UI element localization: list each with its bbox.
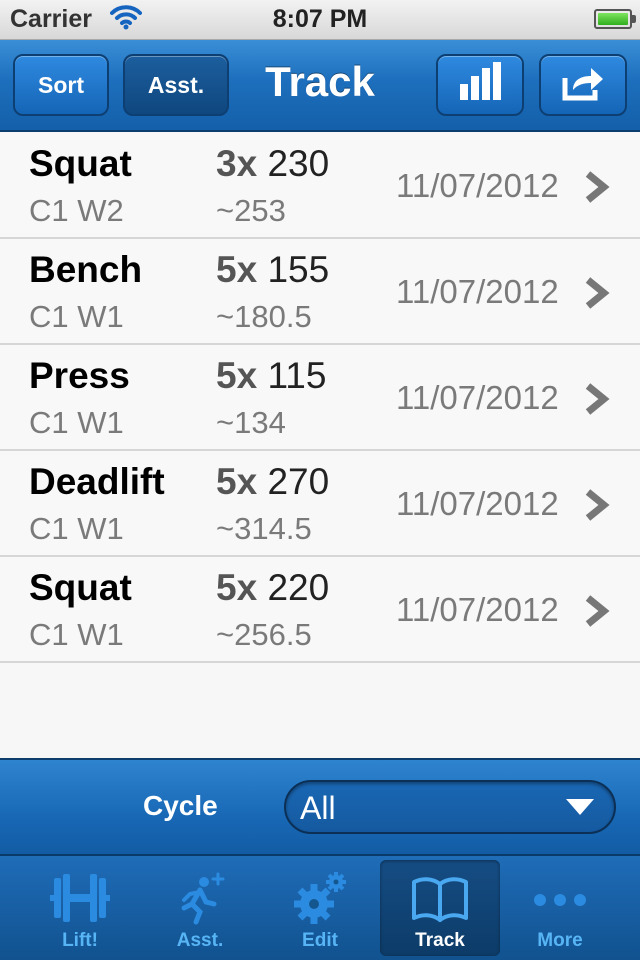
entry-date: 11/07/2012 [396, 167, 559, 204]
reps: 5x [216, 249, 258, 290]
sort-button[interactable]: Sort [13, 54, 109, 116]
reps: 3x [216, 143, 258, 184]
chevron-right-icon [584, 277, 610, 309]
tab-assistance[interactable]: Asst. [140, 860, 260, 956]
nav-bar: Sort Asst. Track [0, 40, 640, 132]
assistance-button[interactable]: Asst. [123, 54, 229, 116]
tab-more[interactable]: More [500, 860, 620, 956]
entry-date: 11/07/2012 [396, 273, 559, 310]
weight: 230 [267, 143, 330, 184]
sets-weight: 5x 220 [216, 567, 329, 609]
chart-button[interactable] [436, 54, 524, 116]
cycle-week: C1 W1 [29, 511, 124, 546]
more-dots-icon [530, 870, 590, 926]
lift-name: Deadlift [29, 461, 165, 502]
cycle-label: Cycle [143, 790, 218, 821]
estimated-max: ~314.5 [216, 511, 312, 546]
status-time: 8:07 PM [272, 5, 368, 33]
reps: 5x [216, 355, 258, 396]
weight: 220 [267, 567, 330, 608]
lift-name: Press [29, 355, 130, 396]
tab-label: Asst. [176, 930, 224, 951]
estimated-max: ~180.5 [216, 299, 312, 334]
tab-label: Lift! [62, 930, 98, 951]
cycle-select[interactable]: All [284, 780, 616, 834]
chevron-right-icon [584, 489, 610, 521]
reps: 5x [216, 567, 258, 608]
open-book-icon [410, 870, 470, 926]
gears-icon [290, 870, 350, 926]
chevron-down-icon [566, 799, 594, 815]
sets-weight: 5x 115 [216, 355, 326, 397]
tab-edit[interactable]: Edit [260, 860, 380, 956]
tab-bar: Lift! Asst. Edit Track More [0, 854, 640, 960]
chevron-right-icon [584, 595, 610, 627]
status-bar: Carrier 8:07 PM [0, 0, 640, 40]
workout-list: Squat C1 W2 3x 230 ~253 11/07/2012 Bench… [0, 133, 640, 663]
estimated-max: ~256.5 [216, 617, 312, 652]
lift-name: Squat [29, 143, 132, 184]
cycle-week: C1 W1 [29, 405, 124, 440]
table-row[interactable]: Squat C1 W2 3x 230 ~253 11/07/2012 [0, 133, 640, 239]
tab-track[interactable]: Track [380, 860, 500, 956]
entry-date: 11/07/2012 [396, 379, 559, 416]
estimated-max: ~253 [216, 193, 286, 228]
weight: 270 [267, 461, 330, 502]
cycle-filter-bar: Cycle All [0, 758, 640, 854]
estimated-max: ~134 [216, 405, 286, 440]
battery-icon [594, 9, 636, 29]
share-button[interactable] [539, 54, 627, 116]
cycle-week: C1 W2 [29, 193, 124, 228]
lift-name: Squat [29, 567, 132, 608]
weight: 115 [267, 355, 327, 396]
chevron-right-icon [584, 171, 610, 203]
sets-weight: 5x 155 [216, 249, 329, 291]
chevron-right-icon [584, 383, 610, 415]
table-row[interactable]: Squat C1 W1 5x 220 ~256.5 11/07/2012 [0, 557, 640, 663]
table-row[interactable]: Press C1 W1 5x 115 ~134 11/07/2012 [0, 345, 640, 451]
sets-weight: 5x 270 [216, 461, 329, 503]
runner-plus-icon [170, 870, 230, 926]
tab-label: Edit [302, 930, 338, 951]
entry-date: 11/07/2012 [396, 485, 559, 522]
tab-lift[interactable]: Lift! [20, 860, 140, 956]
table-row[interactable]: Bench C1 W1 5x 155 ~180.5 11/07/2012 [0, 239, 640, 345]
cycle-select-value: All [300, 790, 336, 826]
lift-name: Bench [29, 249, 143, 290]
bar-chart-icon [456, 62, 504, 108]
cycle-week: C1 W1 [29, 299, 124, 334]
table-row[interactable]: Deadlift C1 W1 5x 270 ~314.5 11/07/2012 [0, 451, 640, 557]
tab-label: More [537, 930, 583, 951]
share-icon [559, 62, 607, 108]
weight: 155 [267, 249, 330, 290]
barbell-icon [50, 870, 110, 926]
tab-label: Track [415, 930, 465, 951]
sets-weight: 3x 230 [216, 143, 329, 185]
page-title: Track [265, 58, 375, 105]
entry-date: 11/07/2012 [396, 591, 559, 628]
reps: 5x [216, 461, 258, 502]
cycle-week: C1 W1 [29, 617, 124, 652]
